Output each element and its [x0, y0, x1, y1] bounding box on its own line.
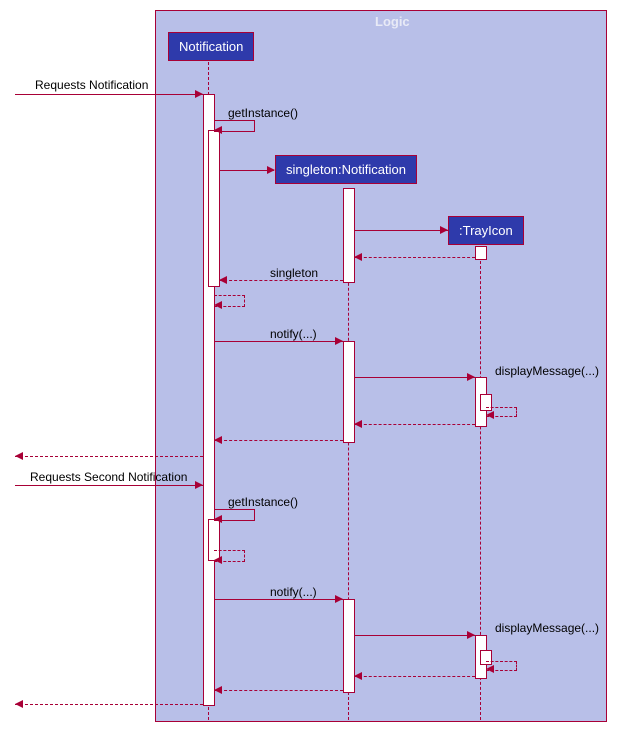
arrowhead-m1 — [195, 90, 203, 98]
participant-singleton: singleton:Notification — [275, 155, 417, 184]
arrowhead-m15 — [214, 515, 222, 523]
arrow-m9 — [354, 377, 475, 378]
msg-getinstance-2: getInstance() — [228, 495, 298, 509]
arrowhead-m7 — [214, 301, 222, 309]
arrowhead-m19 — [486, 665, 494, 673]
arrow-m3 — [219, 170, 274, 171]
msg-notify-1: notify(...) — [270, 327, 317, 341]
arrowhead-m18 — [467, 631, 475, 639]
arrow-m18 — [354, 635, 475, 636]
arrowhead-m11 — [354, 420, 362, 428]
logic-title: Logic — [375, 14, 410, 29]
arrow-m8 — [214, 341, 343, 342]
arrow-m4 — [354, 230, 448, 231]
arrowhead-m13 — [15, 452, 23, 460]
arrowhead-m21 — [214, 686, 222, 694]
msg-displaymessage-1: displayMessage(...) — [495, 364, 599, 378]
arrow-m14 — [15, 485, 203, 486]
sequence-diagram: Logic Notification singleton:Notificatio… — [10, 10, 612, 724]
arrowhead-m5 — [354, 253, 362, 261]
participant-trayicon: :TrayIcon — [448, 216, 524, 245]
arrowhead-m12 — [214, 436, 222, 444]
arrow-m11 — [354, 424, 475, 425]
arrow-m5 — [354, 257, 475, 258]
arrowhead-m17 — [335, 595, 343, 603]
participant-notification: Notification — [168, 32, 254, 61]
arrowhead-m20 — [354, 672, 362, 680]
arrowhead-m14 — [195, 481, 203, 489]
arrowhead-m10 — [486, 411, 494, 419]
arrow-m22 — [15, 704, 203, 705]
arrow-m12 — [214, 440, 343, 441]
msg-displaymessage-2: displayMessage(...) — [495, 621, 599, 635]
arrowhead-m9 — [467, 373, 475, 381]
arrowhead-m2 — [214, 126, 222, 134]
msg-requests-notification: Requests Notification — [35, 78, 148, 92]
msg-notify-2: notify(...) — [270, 585, 317, 599]
arrowhead-m3 — [267, 166, 275, 174]
msg-requests-second-notification: Requests Second Notification — [30, 470, 187, 484]
arrow-m6 — [219, 280, 343, 281]
arrow-m17 — [214, 599, 343, 600]
arrowhead-m4 — [440, 226, 448, 234]
msg-singleton-return: singleton — [270, 266, 318, 280]
activation-notification-getinstance-1 — [208, 130, 220, 287]
arrowhead-m22 — [15, 700, 23, 708]
arrowhead-m8 — [335, 337, 343, 345]
arrowhead-m6 — [219, 276, 227, 284]
arrow-m13 — [15, 456, 203, 457]
arrow-m20 — [354, 676, 475, 677]
msg-getinstance-1: getInstance() — [228, 106, 298, 120]
arrow-m1 — [15, 94, 203, 95]
arrow-m21 — [214, 690, 343, 691]
activation-trayicon-tiny — [475, 246, 487, 260]
activation-singleton-1 — [343, 188, 355, 283]
arrowhead-m16 — [214, 556, 222, 564]
